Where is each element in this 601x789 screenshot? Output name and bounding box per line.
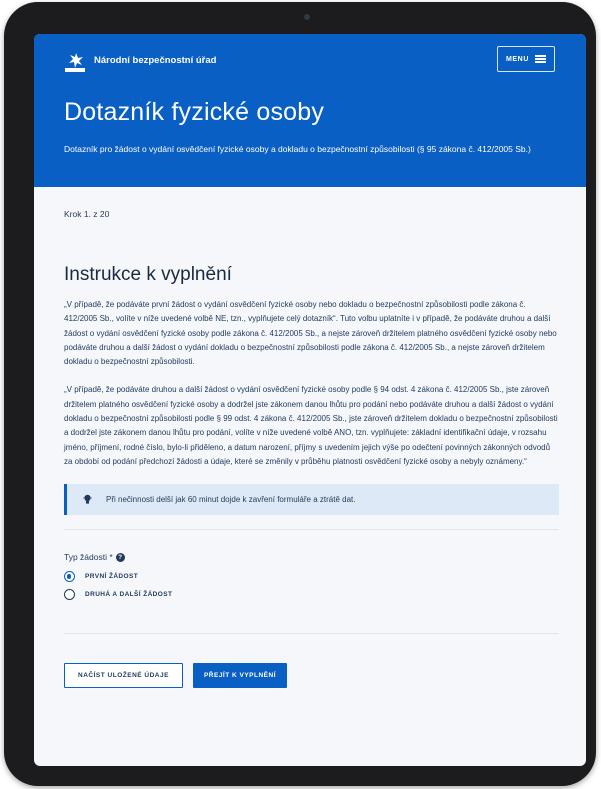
radio-button-checked[interactable]: [64, 571, 75, 583]
menu-label: MENU: [505, 55, 529, 63]
radio-button[interactable]: [64, 589, 75, 601]
section-title: Instrukce k vyplnění: [64, 264, 232, 285]
camera-dot: [304, 14, 310, 20]
inactivity-notice: Při nečinnosti delší jak 60 minut dojde …: [64, 484, 559, 516]
request-type-label: Typ žádosti * ?: [64, 552, 556, 562]
page-title: Dotazník fyzické osoby: [64, 98, 325, 126]
nbu-logo-icon[interactable]: [64, 51, 86, 73]
step-indicator: Krok 1. z 20: [64, 209, 110, 219]
tablet-frame: Národní bezpečnostní úřad MENU Dotazník …: [4, 2, 596, 786]
agency-name[interactable]: Národní bezpečnostní úřad: [94, 55, 216, 66]
radio-label[interactable]: DRUHÁ A DALŠÍ ŽÁDOST: [85, 591, 172, 598]
divider: [64, 529, 559, 531]
radio-option-first-request[interactable]: PRVNÍ ŽÁDOST: [64, 571, 556, 583]
notice-text: Při nečinnosti delší jak 60 minut dojde …: [106, 495, 356, 505]
radio-label[interactable]: PRVNÍ ŽÁDOST: [85, 573, 138, 580]
screen: Národní bezpečnostní úřad MENU Dotazník …: [34, 34, 586, 766]
page-subtitle: Dotazník pro žádost o vydání osvědčení f…: [64, 144, 531, 154]
radio-option-repeat-request[interactable]: DRUHÁ A DALŠÍ ŽÁDOST: [64, 589, 556, 601]
instruction-paragraph: „V případě, že podáváte druhou a další ž…: [64, 385, 558, 466]
site-header: Národní bezpečnostní úřad MENU Dotazník …: [34, 34, 586, 187]
proceed-button[interactable]: PŘEJÍT K VYPLNĚNÍ: [193, 663, 287, 689]
load-saved-button[interactable]: NAČÍST ULOŽENÉ ÚDAJE: [64, 663, 183, 689]
lightbulb-icon: [83, 495, 92, 504]
help-icon[interactable]: ?: [115, 552, 125, 562]
request-type-label-text: Typ žádosti *: [64, 552, 113, 563]
divider: [64, 633, 559, 635]
form-actions: NAČÍST ULOŽENÉ ÚDAJE PŘEJÍT K VYPLNĚNÍ: [64, 663, 556, 689]
instruction-paragraph: „V případě, že podáváte první žádost o v…: [64, 300, 557, 367]
hamburger-icon: [535, 55, 546, 63]
menu-button[interactable]: MENU: [497, 46, 555, 72]
form-content: Krok 1. z 20 Instrukce k vyplnění „V pří…: [34, 209, 586, 689]
